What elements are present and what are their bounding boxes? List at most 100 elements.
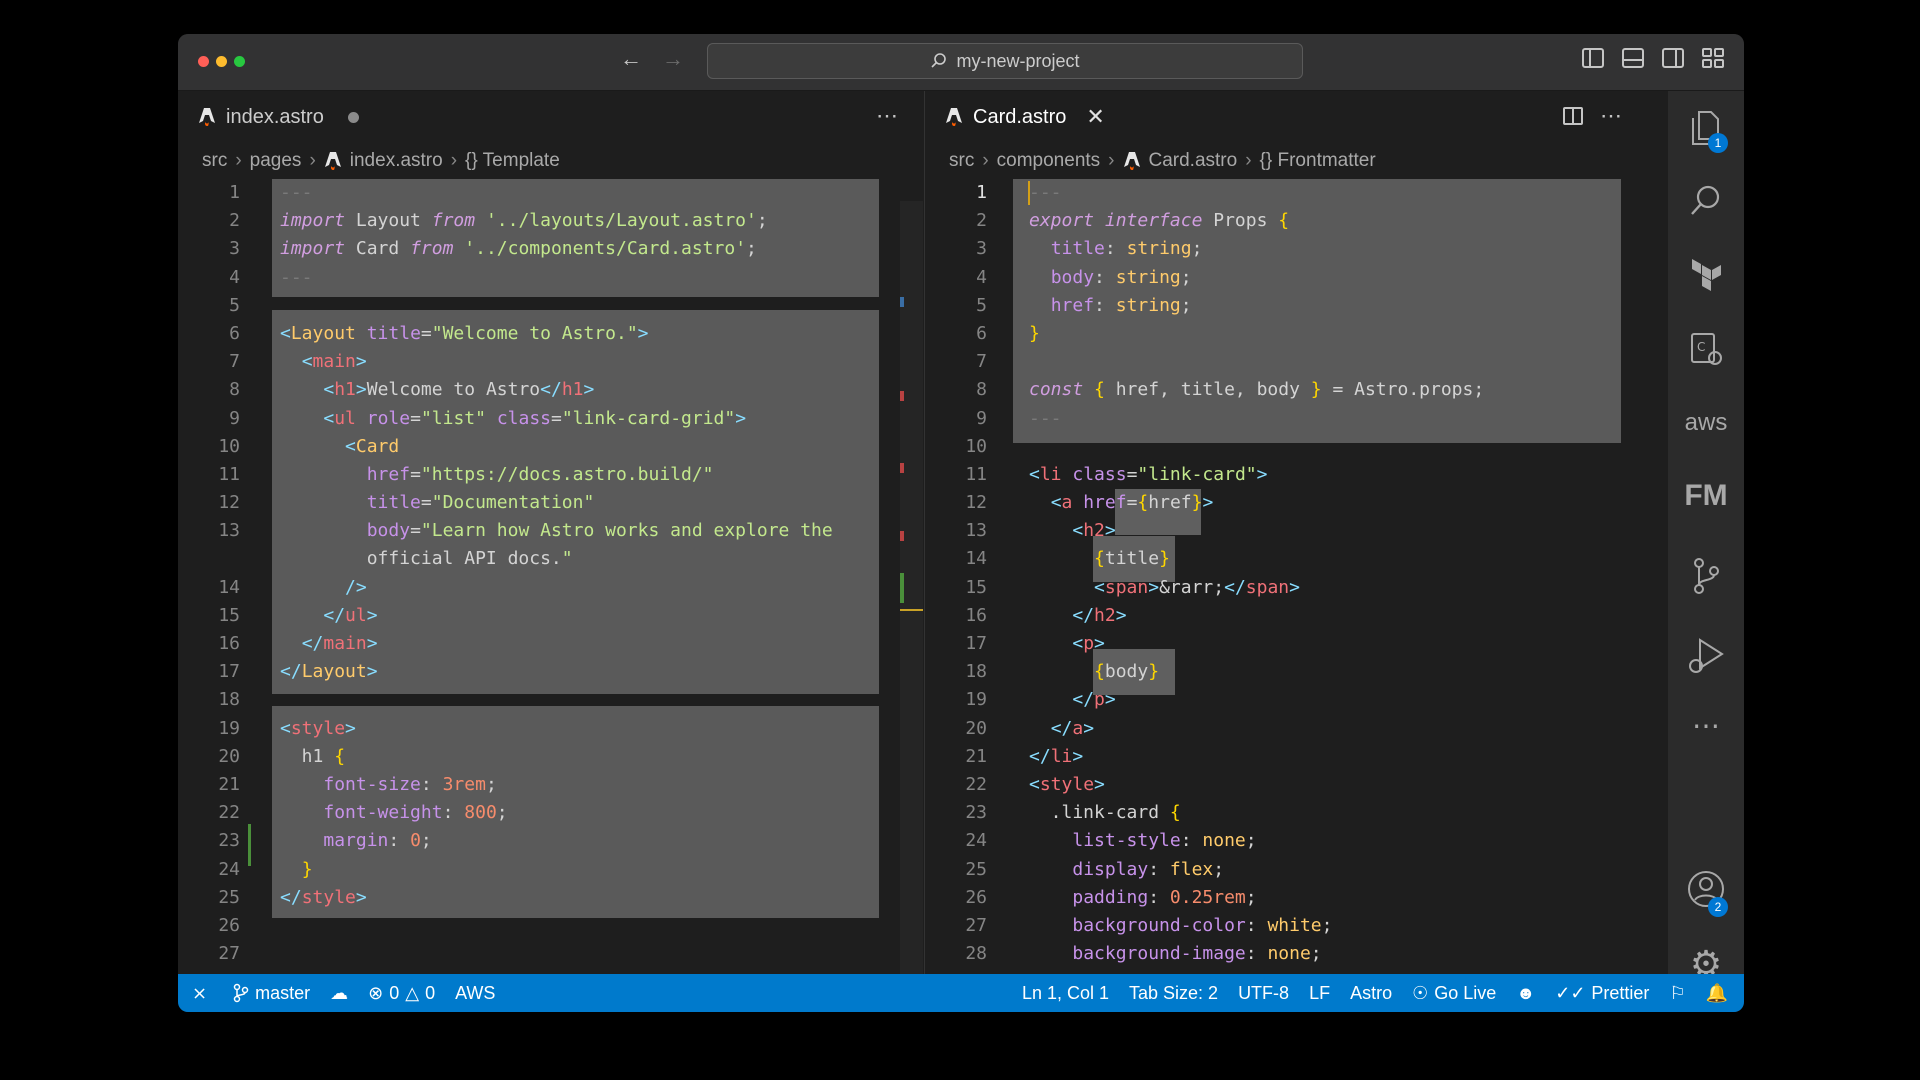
- code-line[interactable]: 14 />: [178, 574, 923, 602]
- code-line[interactable]: 4 ---: [178, 264, 923, 292]
- command-center-search[interactable]: my-new-project: [707, 43, 1303, 79]
- code-line[interactable]: 23 margin: 0;: [178, 827, 923, 855]
- aws-status[interactable]: AWS: [445, 983, 505, 1004]
- code-line[interactable]: 22 <style>: [925, 771, 1647, 799]
- remote-indicator-icon[interactable]: ⨯: [178, 983, 223, 1004]
- code-line[interactable]: 20 </a>: [925, 715, 1647, 743]
- code-line[interactable]: 11 href="https://docs.astro.build/": [178, 461, 923, 489]
- code-editor[interactable]: 1 --- 2 export interface Props {3 title: st…: [925, 179, 1647, 968]
- code-line[interactable]: 26 padding: 0.25rem;: [925, 884, 1647, 912]
- language-mode[interactable]: Astro: [1340, 983, 1402, 1004]
- code-line[interactable]: 12 <a href={href}>: [925, 489, 1647, 517]
- unsaved-dot-icon[interactable]: [347, 111, 359, 123]
- code-line[interactable]: 23 .link-card {: [925, 799, 1647, 827]
- code-line[interactable]: 22 font-weight: 800;: [178, 799, 923, 827]
- customize-layout-icon[interactable]: [1702, 48, 1724, 68]
- code-line[interactable]: 10: [925, 433, 1647, 461]
- code-line[interactable]: 9 ---: [925, 405, 1647, 433]
- code-line[interactable]: 28 background-image: none;: [925, 940, 1647, 968]
- code-line[interactable]: 2 export interface Props {: [925, 207, 1647, 235]
- breadcrumb-item[interactable]: Card.astro: [1149, 150, 1238, 172]
- code-line[interactable]: 25 display: flex;: [925, 856, 1647, 884]
- code-line[interactable]: 21 font-size: 3rem;: [178, 771, 923, 799]
- code-line[interactable]: 5: [178, 292, 923, 320]
- code-line[interactable]: 13 <h2>: [925, 517, 1647, 545]
- minimize-window-button[interactable]: [216, 56, 227, 67]
- back-arrow-icon[interactable]: ←: [620, 46, 642, 72]
- more-actions-icon[interactable]: ⋯: [1600, 103, 1623, 129]
- code-line[interactable]: 11 <li class="link-card">: [925, 461, 1647, 489]
- split-editor-icon[interactable]: [1563, 107, 1583, 125]
- toggle-primary-sidebar-icon[interactable]: [1582, 48, 1604, 68]
- code-line[interactable]: 8 const { href, title, body } = Astro.pro…: [925, 376, 1647, 404]
- run-debug-icon[interactable]: [1668, 636, 1744, 683]
- accounts-icon[interactable]: 2: [1668, 869, 1744, 917]
- code-line[interactable]: 19 </p>: [925, 686, 1647, 714]
- close-window-button[interactable]: [198, 56, 209, 67]
- breadcrumb-item[interactable]: src: [949, 150, 974, 172]
- source-control-icon[interactable]: [1668, 556, 1744, 603]
- fm-icon[interactable]: FM: [1668, 479, 1744, 513]
- code-line[interactable]: 14 {title}: [925, 545, 1647, 573]
- branch-indicator[interactable]: master: [223, 983, 320, 1004]
- code-line[interactable]: 15 </ul>: [178, 602, 923, 630]
- go-live-button[interactable]: ☉ Go Live: [1402, 983, 1506, 1004]
- code-line[interactable]: 13 body="Learn how Astro works and explo…: [178, 517, 923, 545]
- code-line[interactable]: 18: [178, 686, 923, 714]
- code-line[interactable]: 12 title="Documentation": [178, 489, 923, 517]
- code-line[interactable]: 9 <ul role="list" class="link-card-grid"…: [178, 405, 923, 433]
- code-line[interactable]: 17 </Layout>: [178, 658, 923, 686]
- prettier-button[interactable]: ✓✓ Prettier: [1545, 983, 1659, 1004]
- code-line[interactable]: 1 ---: [178, 179, 923, 207]
- code-line[interactable]: 20 h1 {: [178, 743, 923, 771]
- code-line[interactable]: 16 </h2>: [925, 602, 1647, 630]
- problems-indicator[interactable]: ⊗ 0 △ 0: [358, 983, 445, 1004]
- code-line[interactable]: 25 </style>: [178, 884, 923, 912]
- code-editor[interactable]: 1 --- 2 import Layout from '../layouts/Layo…: [178, 179, 923, 968]
- code-line[interactable]: 7: [925, 348, 1647, 376]
- terraform-icon[interactable]: [1668, 256, 1744, 301]
- breadcrumb-item[interactable]: src: [202, 150, 227, 172]
- code-line[interactable]: 18 {body}: [925, 658, 1647, 686]
- code-line[interactable]: 27: [178, 940, 923, 968]
- cursor-position[interactable]: Ln 1, Col 1: [1012, 983, 1119, 1004]
- breadcrumb-item[interactable]: {} Frontmatter: [1260, 150, 1376, 172]
- tab-card-astro[interactable]: Card.astro ✕: [925, 104, 1105, 130]
- code-line[interactable]: 19 <style>: [178, 715, 923, 743]
- code-line[interactable]: 6}: [925, 320, 1647, 348]
- code-line[interactable]: 24 list-style: none;: [925, 827, 1647, 855]
- toggle-secondary-sidebar-icon[interactable]: [1662, 48, 1684, 68]
- code-line[interactable]: official API docs.": [178, 545, 923, 573]
- code-line[interactable]: 7 <main>: [178, 348, 923, 376]
- code-line[interactable]: 8 <h1>Welcome to Astro</h1>: [178, 376, 923, 404]
- code-line[interactable]: 3 title: string;: [925, 235, 1647, 263]
- end-of-line[interactable]: LF: [1299, 983, 1340, 1004]
- notifications-bell-icon[interactable]: 🔔: [1696, 983, 1744, 1004]
- breadcrumb-item[interactable]: {} Template: [465, 150, 560, 172]
- code-line[interactable]: 24 }: [178, 856, 923, 884]
- tab-size[interactable]: Tab Size: 2: [1119, 983, 1228, 1004]
- maximize-window-button[interactable]: [234, 56, 245, 67]
- code-line[interactable]: 4 body: string;: [925, 264, 1647, 292]
- code-line[interactable]: 5 href: string;: [925, 292, 1647, 320]
- remote-explorer-icon[interactable]: C: [1668, 331, 1744, 374]
- code-line[interactable]: 3 import Card from '../components/Card.as…: [178, 235, 923, 263]
- code-line[interactable]: 15 <span>&rarr;</span>: [925, 574, 1647, 602]
- forward-arrow-icon[interactable]: →: [662, 46, 684, 72]
- search-icon[interactable]: [1668, 183, 1744, 226]
- feedback-icon[interactable]: ⚐: [1659, 983, 1695, 1004]
- tab-index-astro[interactable]: index.astro: [178, 106, 359, 129]
- code-line[interactable]: 16 </main>: [178, 630, 923, 658]
- code-line[interactable]: 2 import Layout from '../layouts/Layout.a…: [178, 207, 923, 235]
- code-line[interactable]: 17 <p>: [925, 630, 1647, 658]
- code-line[interactable]: 27 background-color: white;: [925, 912, 1647, 940]
- files-icon[interactable]: 1: [1668, 109, 1744, 154]
- breadcrumb-item[interactable]: index.astro: [350, 150, 443, 172]
- code-line[interactable]: 1 ---: [925, 179, 1647, 207]
- more-icon[interactable]: ⋯: [1668, 709, 1744, 742]
- aws-icon[interactable]: aws: [1668, 409, 1744, 437]
- code-line[interactable]: 26: [178, 912, 923, 940]
- encoding[interactable]: UTF-8: [1228, 983, 1299, 1004]
- code-line[interactable]: 6 <Layout title="Welcome to Astro.">: [178, 320, 923, 348]
- breadcrumb-item[interactable]: pages: [250, 150, 302, 172]
